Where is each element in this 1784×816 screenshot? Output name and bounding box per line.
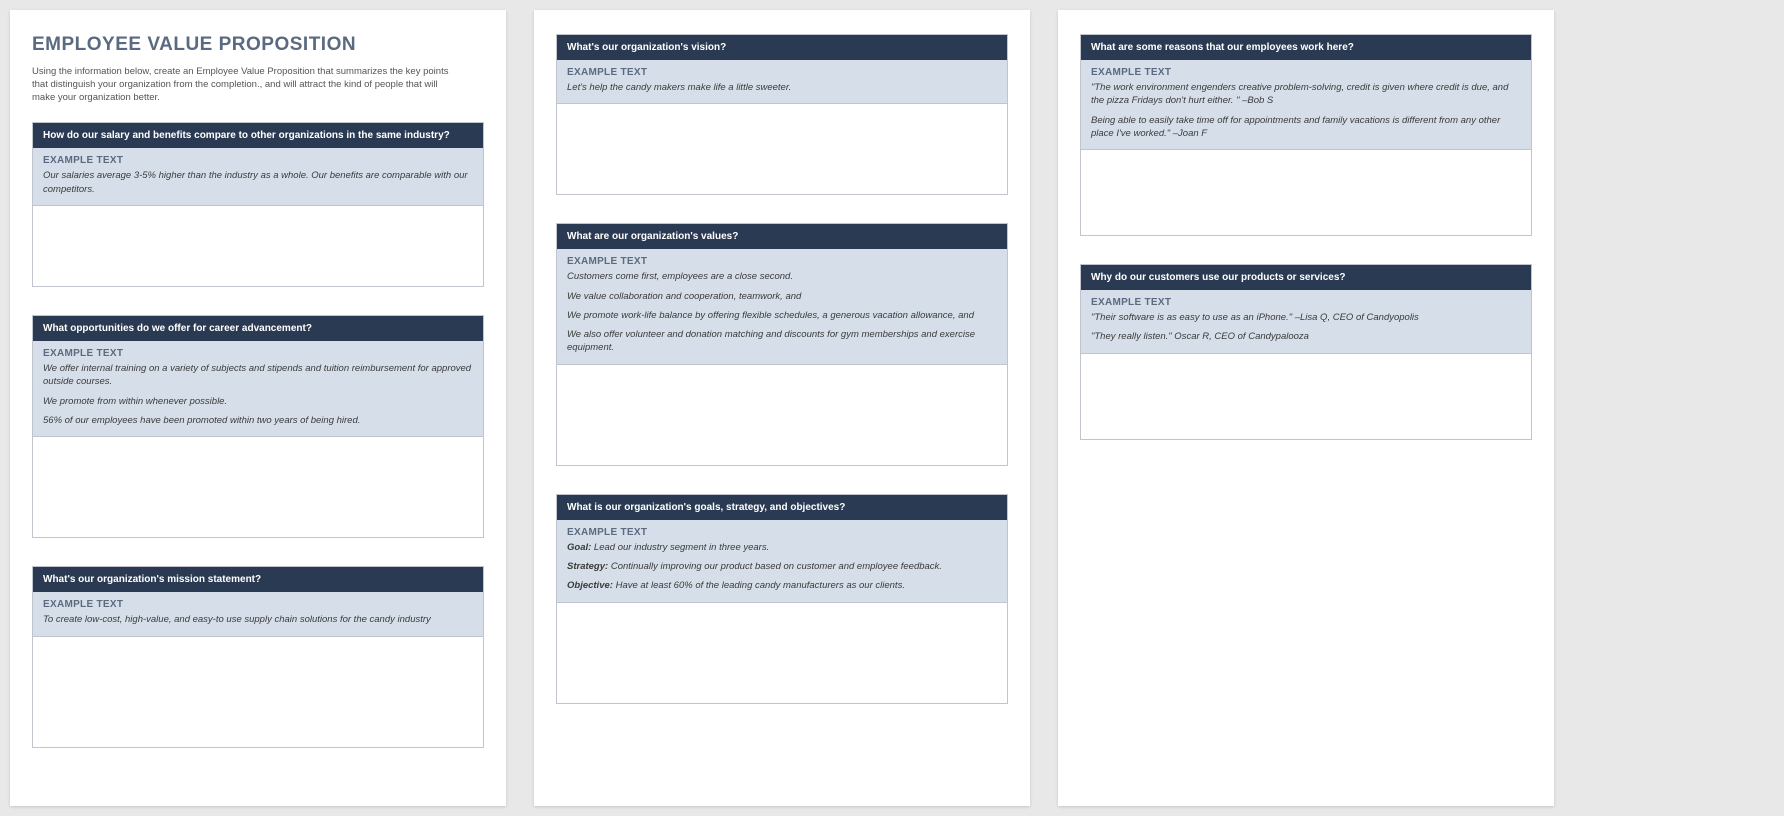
section-vision: What's our organization's vision? EXAMPL… — [556, 34, 1008, 195]
example-line: We also offer volunteer and donation mat… — [567, 328, 997, 355]
example-line: We offer internal training on a variety … — [43, 362, 473, 389]
input-area-vision[interactable] — [557, 104, 1007, 194]
section-customers: Why do our customers use our products or… — [1080, 264, 1532, 440]
example-line: We value collaboration and cooperation, … — [567, 290, 997, 303]
example-block-values: EXAMPLE TEXT Customers come first, emplo… — [557, 249, 1007, 364]
page-1: EMPLOYEE VALUE PROPOSITION Using the inf… — [10, 10, 506, 806]
example-line: To create low-cost, high-value, and easy… — [43, 613, 473, 626]
section-header-goals: What is our organization's goals, strate… — [557, 495, 1007, 520]
example-block-reasons: EXAMPLE TEXT "The work environment engen… — [1081, 60, 1531, 150]
section-header-mission: What's our organization's mission statem… — [33, 567, 483, 592]
input-area-reasons[interactable] — [1081, 150, 1531, 235]
input-area-mission[interactable] — [33, 637, 483, 747]
example-label: EXAMPLE TEXT — [567, 67, 997, 78]
example-label: EXAMPLE TEXT — [1091, 297, 1521, 308]
example-label: EXAMPLE TEXT — [567, 256, 997, 267]
document-title: EMPLOYEE VALUE PROPOSITION — [32, 34, 484, 56]
section-header-reasons: What are some reasons that our employees… — [1081, 35, 1531, 60]
section-mission: What's our organization's mission statem… — [32, 566, 484, 747]
section-header-salary: How do our salary and benefits compare t… — [33, 123, 483, 148]
page-2: What's our organization's vision? EXAMPL… — [534, 10, 1030, 806]
example-line: We promote from within whenever possible… — [43, 395, 473, 408]
example-line: Let's help the candy makers make life a … — [567, 81, 997, 94]
section-career: What opportunities do we offer for caree… — [32, 315, 484, 538]
goal-label: Goal: — [567, 542, 591, 553]
example-block-vision: EXAMPLE TEXT Let's help the candy makers… — [557, 60, 1007, 104]
example-line: "Their software is as easy to use as an … — [1091, 311, 1521, 324]
input-area-customers[interactable] — [1081, 354, 1531, 439]
example-label: EXAMPLE TEXT — [43, 599, 473, 610]
input-area-values[interactable] — [557, 365, 1007, 465]
input-area-goals[interactable] — [557, 603, 1007, 703]
page-3: What are some reasons that our employees… — [1058, 10, 1554, 806]
section-values: What are our organization's values? EXAM… — [556, 223, 1008, 465]
section-header-customers: Why do our customers use our products or… — [1081, 265, 1531, 290]
example-block-salary: EXAMPLE TEXT Our salaries average 3-5% h… — [33, 148, 483, 206]
section-goals: What is our organization's goals, strate… — [556, 494, 1008, 704]
example-block-mission: EXAMPLE TEXT To create low-cost, high-va… — [33, 592, 483, 636]
example-block-customers: EXAMPLE TEXT "Their software is as easy … — [1081, 290, 1531, 354]
section-header-values: What are our organization's values? — [557, 224, 1007, 249]
section-header-career: What opportunities do we offer for caree… — [33, 316, 483, 341]
example-line: Objective: Have at least 60% of the lead… — [567, 579, 997, 592]
intro-text: Using the information below, create an E… — [32, 66, 462, 104]
input-area-salary[interactable] — [33, 206, 483, 286]
strategy-label: Strategy: — [567, 561, 608, 572]
example-line: Our salaries average 3-5% higher than th… — [43, 169, 473, 196]
goal-text: Lead our industry segment in three years… — [591, 542, 769, 553]
example-label: EXAMPLE TEXT — [43, 348, 473, 359]
example-line: Being able to easily take time off for a… — [1091, 114, 1521, 141]
example-line: We promote work-life balance by offering… — [567, 309, 997, 322]
section-reasons: What are some reasons that our employees… — [1080, 34, 1532, 236]
input-area-career[interactable] — [33, 437, 483, 537]
example-line: "They really listen." Oscar R, CEO of Ca… — [1091, 330, 1521, 343]
section-salary: How do our salary and benefits compare t… — [32, 122, 484, 287]
example-label: EXAMPLE TEXT — [43, 155, 473, 166]
example-line: "The work environment engenders creative… — [1091, 81, 1521, 108]
document-pages: EMPLOYEE VALUE PROPOSITION Using the inf… — [10, 10, 1774, 806]
example-line: Goal: Lead our industry segment in three… — [567, 541, 997, 554]
example-block-career: EXAMPLE TEXT We offer internal training … — [33, 341, 483, 437]
example-label: EXAMPLE TEXT — [567, 527, 997, 538]
objective-text: Have at least 60% of the leading candy m… — [613, 580, 905, 591]
strategy-text: Continually improving our product based … — [608, 561, 942, 572]
example-block-goals: EXAMPLE TEXT Goal: Lead our industry seg… — [557, 520, 1007, 603]
example-label: EXAMPLE TEXT — [1091, 67, 1521, 78]
example-line: Customers come first, employees are a cl… — [567, 270, 997, 283]
example-line: 56% of our employees have been promoted … — [43, 414, 473, 427]
objective-label: Objective: — [567, 580, 613, 591]
section-header-vision: What's our organization's vision? — [557, 35, 1007, 60]
example-line: Strategy: Continually improving our prod… — [567, 560, 997, 573]
